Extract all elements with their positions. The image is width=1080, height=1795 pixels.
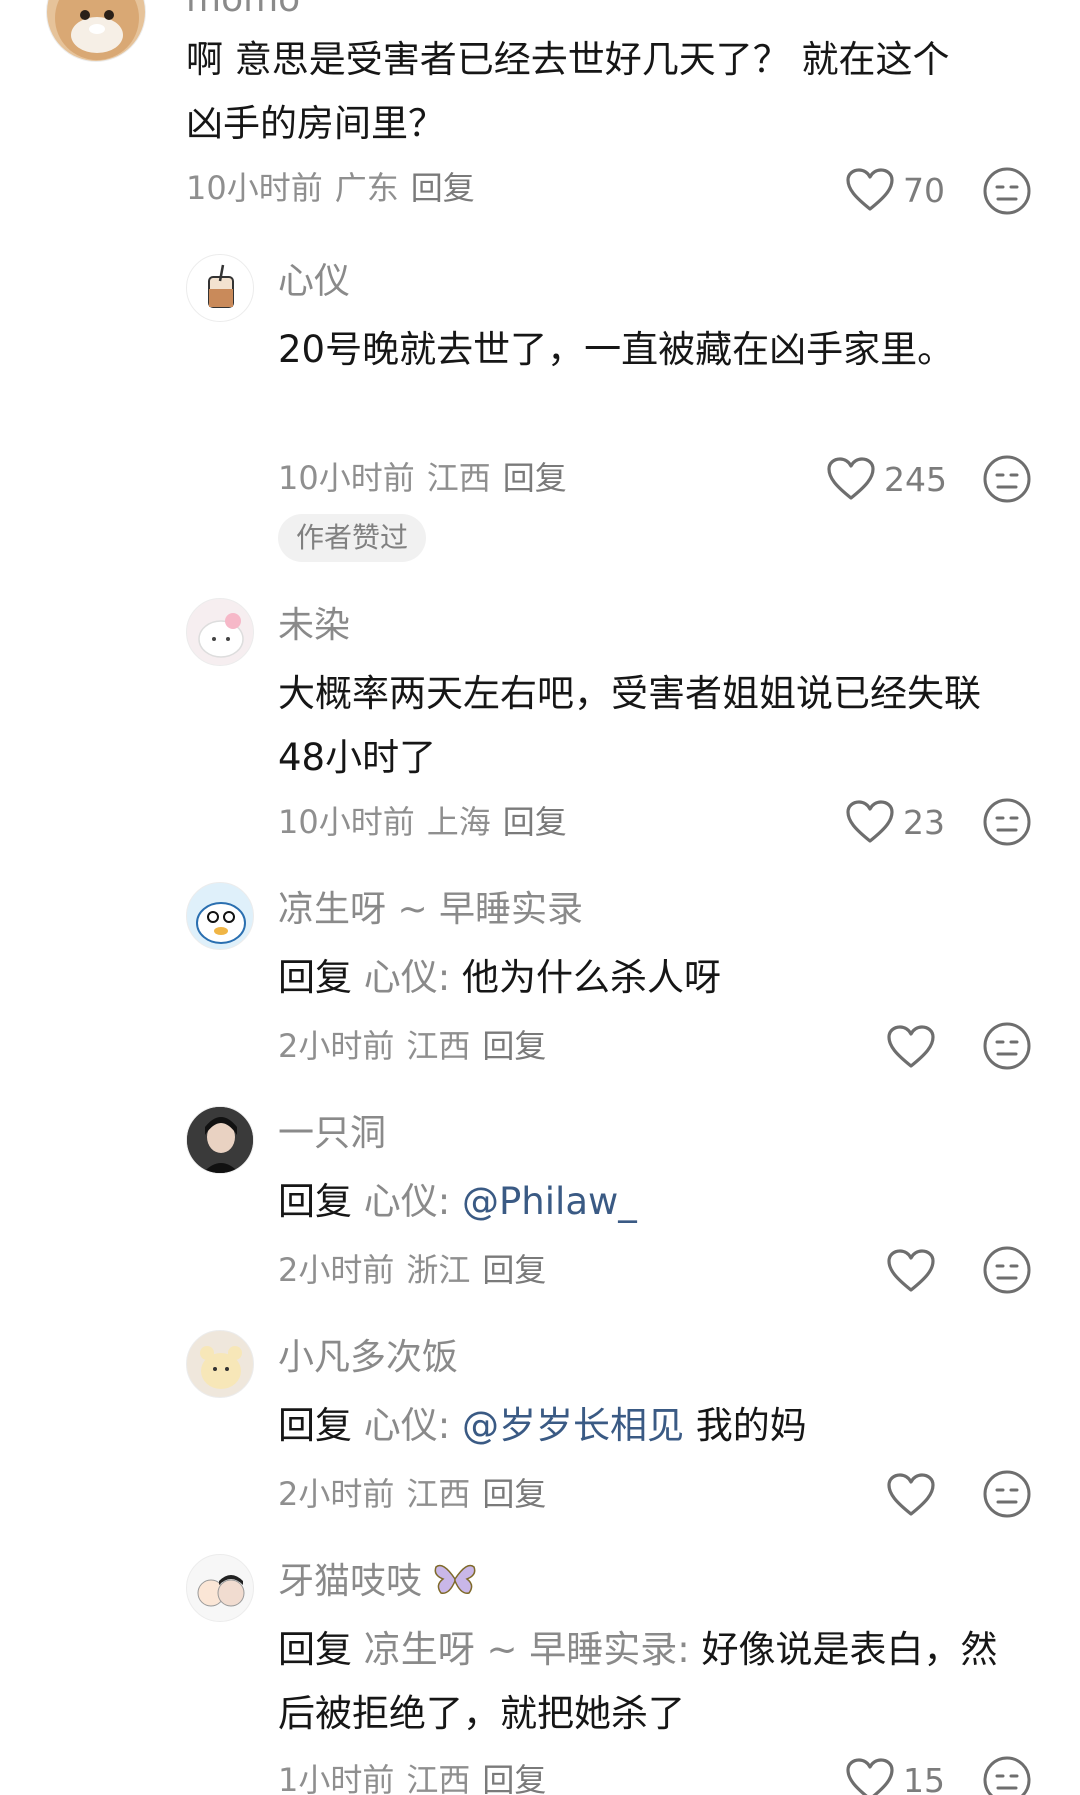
comment-username[interactable]: 心仪: [278, 260, 350, 304]
like-button[interactable]: [886, 1019, 936, 1075]
heart-outline-icon: [846, 1758, 894, 1795]
reply-target[interactable]: 心仪:: [364, 1180, 450, 1223]
comment-username[interactable]: 凉生呀 ~ 早睡实录: [278, 888, 583, 932]
comment-location: 浙江: [406, 1251, 471, 1289]
comment-text: 20号晚就去世了，一直被藏在凶手家里。: [278, 328, 955, 371]
comment-body: 我的妈: [695, 1404, 807, 1447]
mention-link[interactable]: @Philaw_: [462, 1180, 637, 1223]
heart-outline-icon: [887, 1025, 935, 1068]
comment-meta: 2小时前 江西 回复: [278, 1026, 558, 1066]
comment-time: 10小时前: [278, 803, 415, 841]
comment-text: 啊 意思是受害者已经去世好几天了？ 就在这个凶手的房间里？: [186, 38, 950, 145]
comment-location: 江西: [426, 459, 491, 497]
like-button[interactable]: 23: [845, 794, 945, 850]
comment-location: 江西: [406, 1761, 471, 1795]
like-count: 23: [903, 802, 945, 842]
meh-face-icon: [983, 1470, 1031, 1518]
heart-outline-icon: [887, 1473, 935, 1516]
meh-face-icon: [983, 167, 1031, 215]
dislike-button[interactable]: [982, 1755, 1032, 1795]
comment-username[interactable]: momo: [186, 0, 300, 22]
reply-button[interactable]: 回复: [482, 1251, 546, 1289]
heart-outline-icon: [846, 800, 894, 843]
meh-face-icon: [983, 455, 1031, 503]
avatar[interactable]: [186, 1330, 254, 1398]
like-button[interactable]: 70: [845, 162, 945, 218]
author-liked-badge: 作者赞过: [278, 514, 427, 562]
comment-time: 2小时前: [278, 1475, 395, 1513]
comment-location: 广东: [334, 169, 399, 207]
meh-face-icon: [983, 1756, 1031, 1795]
comment-time: 1小时前: [278, 1761, 395, 1795]
comment-text: 回复 心仪: 他为什么杀人呀: [278, 946, 998, 1010]
avatar[interactable]: [186, 1554, 254, 1622]
avatar[interactable]: [46, 0, 146, 62]
heart-outline-icon: [887, 1249, 935, 1292]
comment-meta: 2小时前 江西 回复: [278, 1474, 558, 1514]
comment-meta: 2小时前 浙江 回复: [278, 1250, 558, 1290]
like-button[interactable]: [886, 1467, 936, 1523]
meh-face-icon: [983, 1022, 1031, 1070]
reply-prefix: 回复: [278, 1628, 352, 1671]
like-button[interactable]: 245: [826, 451, 947, 507]
comment-location: 上海: [426, 803, 491, 841]
avatar[interactable]: [186, 254, 254, 322]
comment-body: 他为什么杀人呀: [462, 956, 721, 999]
reply-target[interactable]: 凉生呀 ~ 早睡实录:: [364, 1628, 690, 1671]
comment-text: 回复 心仪: @Philaw_: [278, 1170, 998, 1234]
meh-face-icon: [983, 1246, 1031, 1294]
dislike-button[interactable]: [982, 454, 1032, 504]
reply-button[interactable]: 回复: [411, 169, 475, 207]
butterfly-icon: [435, 1564, 476, 1594]
comment-time: 2小时前: [278, 1251, 395, 1289]
comment-text: 大概率两天左右吧，受害者姐姐说已经失联48小时了: [278, 672, 981, 779]
reply-button[interactable]: 回复: [482, 1761, 546, 1795]
like-button[interactable]: [886, 1243, 936, 1299]
avatar[interactable]: [186, 598, 254, 666]
comment-text: 回复 心仪: @岁岁长相见 我的妈: [278, 1394, 998, 1458]
comment-text: 回复 凉生呀 ~ 早睡实录: 好像说是表白，然后被拒绝了，就把她杀了: [278, 1618, 998, 1746]
mention-link[interactable]: @岁岁长相见: [462, 1404, 684, 1447]
reply-button[interactable]: 回复: [482, 1475, 546, 1513]
comment-location: 江西: [406, 1475, 471, 1513]
dislike-button[interactable]: [982, 166, 1032, 216]
comment-username[interactable]: 牙猫吱吱: [278, 1560, 477, 1604]
reply-button[interactable]: 回复: [503, 459, 567, 497]
like-count: 15: [903, 1760, 945, 1795]
reply-target[interactable]: 心仪:: [364, 956, 450, 999]
heart-outline-icon: [827, 457, 875, 500]
heart-outline-icon: [846, 168, 894, 211]
avatar[interactable]: [186, 882, 254, 950]
dislike-button[interactable]: [982, 1469, 1032, 1519]
comment-username[interactable]: 一只洞: [278, 1112, 386, 1156]
comment-username[interactable]: 小凡多次饭: [278, 1336, 458, 1380]
comment-username-text: 牙猫吱吱: [278, 1561, 423, 1602]
meh-face-icon: [983, 798, 1031, 846]
like-count: 70: [903, 170, 945, 210]
comment-time: 10小时前: [186, 169, 323, 207]
comment-meta: 10小时前 江西 回复: [278, 458, 579, 498]
reply-prefix: 回复: [278, 956, 352, 999]
comment-meta: 10小时前 广东 回复: [186, 168, 487, 208]
avatar[interactable]: [186, 1106, 254, 1174]
like-button[interactable]: 15: [845, 1752, 945, 1795]
dislike-button[interactable]: [982, 1245, 1032, 1295]
comment-meta: 10小时前 上海 回复: [278, 802, 579, 842]
reply-prefix: 回复: [278, 1180, 352, 1223]
comment-meta: 1小时前 江西 回复: [278, 1760, 558, 1795]
comment-time: 2小时前: [278, 1027, 395, 1065]
like-count: 245: [884, 459, 947, 499]
comment-username[interactable]: 未染: [278, 604, 350, 648]
dislike-button[interactable]: [982, 1021, 1032, 1071]
comment-time: 10小时前: [278, 459, 415, 497]
reply-prefix: 回复: [278, 1404, 352, 1447]
reply-button[interactable]: 回复: [503, 803, 567, 841]
reply-button[interactable]: 回复: [482, 1027, 546, 1065]
comment-location: 江西: [406, 1027, 471, 1065]
reply-target[interactable]: 心仪:: [364, 1404, 450, 1447]
dislike-button[interactable]: [982, 797, 1032, 847]
